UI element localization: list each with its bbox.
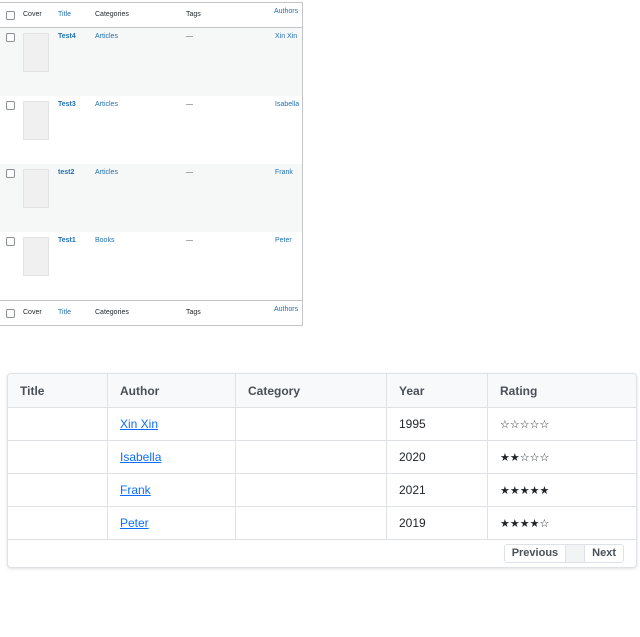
cell-category bbox=[236, 507, 387, 539]
author-link[interactable]: Xin Xin bbox=[120, 417, 158, 431]
table-header: Title Author Category Year Rating bbox=[8, 374, 636, 408]
table-row: Isabella 2020 ★★☆☆☆ bbox=[8, 441, 636, 474]
pagination: Previous Next bbox=[503, 544, 624, 563]
cell-title bbox=[8, 474, 108, 506]
author-link[interactable]: Peter bbox=[275, 237, 292, 244]
post-title-link[interactable]: Test4 bbox=[58, 33, 76, 40]
post-title-link[interactable]: Test1 bbox=[58, 237, 76, 244]
row-checkbox[interactable] bbox=[6, 33, 15, 42]
table-row: Test3 Articles — Isabella bbox=[0, 96, 302, 164]
category-link[interactable]: Books bbox=[95, 237, 114, 244]
column-tags: Tags bbox=[186, 11, 201, 18]
cell-rating: ★★★★★ bbox=[488, 474, 636, 506]
table-row: Peter 2019 ★★★★☆ bbox=[8, 507, 636, 540]
select-all-checkbox[interactable] bbox=[6, 11, 15, 20]
header-title[interactable]: Title bbox=[8, 374, 108, 407]
cell-title bbox=[8, 507, 108, 539]
post-title-link[interactable]: test2 bbox=[58, 169, 74, 176]
column-title-sort[interactable]: Title bbox=[58, 309, 71, 316]
column-title-sort[interactable]: Title bbox=[58, 11, 71, 18]
cell-category bbox=[236, 474, 387, 506]
column-tags: Tags bbox=[186, 309, 201, 316]
cell-rating: ★★☆☆☆ bbox=[488, 441, 636, 473]
table-row: test2 Articles — Frank bbox=[0, 164, 302, 232]
header-author[interactable]: Author bbox=[108, 374, 236, 407]
table-row: Test1 Books — Peter bbox=[0, 232, 302, 300]
star-rating: ★★★★☆ bbox=[500, 518, 550, 530]
tags-value: — bbox=[186, 33, 193, 40]
header-category[interactable]: Category bbox=[236, 374, 387, 407]
column-categories: Categories bbox=[95, 11, 129, 18]
cell-author: Isabella bbox=[108, 441, 236, 473]
table-row: Xin Xin 1995 ☆☆☆☆☆ bbox=[8, 408, 636, 441]
cell-author: Peter bbox=[108, 507, 236, 539]
cell-year: 2021 bbox=[387, 474, 488, 506]
column-authors-sort[interactable]: Authors bbox=[274, 8, 298, 15]
cell-rating: ★★★★☆ bbox=[488, 507, 636, 539]
tags-value: — bbox=[186, 101, 193, 108]
post-title-link[interactable]: Test3 bbox=[58, 101, 76, 108]
header-year[interactable]: Year bbox=[387, 374, 488, 407]
column-cover: Cover bbox=[23, 309, 42, 316]
tags-value: — bbox=[186, 169, 193, 176]
cell-year: 2019 bbox=[387, 507, 488, 539]
row-checkbox[interactable] bbox=[6, 101, 15, 110]
table-row: Frank 2021 ★★★★★ bbox=[8, 474, 636, 507]
book-table: Title Author Category Year Rating Xin Xi… bbox=[7, 373, 637, 568]
row-checkbox[interactable] bbox=[6, 237, 15, 246]
author-link[interactable]: Xin Xin bbox=[275, 33, 297, 40]
star-rating: ★★☆☆☆ bbox=[500, 452, 550, 464]
author-link[interactable]: Isabella bbox=[120, 450, 161, 464]
category-link[interactable]: Articles bbox=[95, 101, 118, 108]
row-checkbox[interactable] bbox=[6, 169, 15, 178]
cell-title bbox=[8, 441, 108, 473]
star-rating: ☆☆☆☆☆ bbox=[500, 419, 550, 431]
cover-thumbnail bbox=[23, 237, 49, 276]
author-link[interactable]: Frank bbox=[120, 483, 151, 497]
column-authors-sort[interactable]: Authors bbox=[274, 306, 298, 313]
category-link[interactable]: Articles bbox=[95, 169, 118, 176]
author-link[interactable]: Peter bbox=[120, 516, 149, 530]
table-header: Cover Title Categories Tags Authors bbox=[0, 3, 302, 28]
cell-rating: ☆☆☆☆☆ bbox=[488, 408, 636, 440]
table-row: Test4 Articles — Xin Xin bbox=[0, 28, 302, 96]
select-all-checkbox-footer[interactable] bbox=[6, 309, 15, 318]
cell-year: 1995 bbox=[387, 408, 488, 440]
cell-author: Xin Xin bbox=[108, 408, 236, 440]
author-link[interactable]: Isabella bbox=[275, 101, 299, 108]
cell-year: 2020 bbox=[387, 441, 488, 473]
cell-author: Frank bbox=[108, 474, 236, 506]
posts-list-table: Cover Title Categories Tags Authors Test… bbox=[0, 2, 303, 326]
category-link[interactable]: Articles bbox=[95, 33, 118, 40]
current-page-button[interactable] bbox=[565, 545, 586, 562]
cell-category bbox=[236, 441, 387, 473]
author-link[interactable]: Frank bbox=[275, 169, 293, 176]
previous-page-button[interactable]: Previous bbox=[504, 545, 566, 562]
header-rating[interactable]: Rating bbox=[488, 374, 636, 407]
table-footer: Cover Title Categories Tags Authors bbox=[0, 300, 302, 325]
cover-thumbnail bbox=[23, 169, 49, 208]
cell-category bbox=[236, 408, 387, 440]
next-page-button[interactable]: Next bbox=[585, 545, 623, 562]
cover-thumbnail bbox=[23, 101, 49, 140]
cell-title bbox=[8, 408, 108, 440]
column-cover: Cover bbox=[23, 11, 42, 18]
tags-value: — bbox=[186, 237, 193, 244]
cover-thumbnail bbox=[23, 33, 49, 72]
star-rating: ★★★★★ bbox=[500, 485, 550, 497]
column-categories: Categories bbox=[95, 309, 129, 316]
